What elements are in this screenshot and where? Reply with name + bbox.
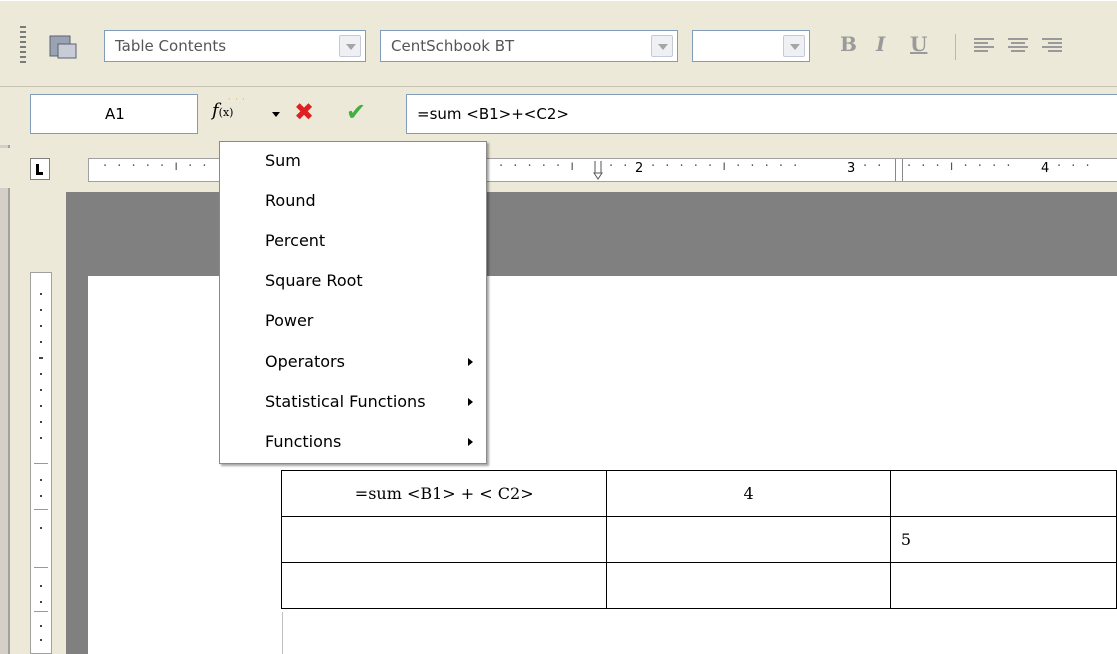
- ruler-mark: 2: [635, 161, 644, 176]
- menu-item-statistical-functions[interactable]: Statistical Functions: [265, 390, 426, 414]
- paragraph-style-combo[interactable]: Table Contents: [104, 30, 366, 62]
- formula-dropdown-arrow-icon[interactable]: [272, 112, 280, 117]
- table-cell[interactable]: [280, 516, 608, 563]
- submenu-arrow-icon: [468, 438, 473, 446]
- toolbar-grip-handle[interactable]: [20, 26, 26, 64]
- menu-item-sum[interactable]: Sum: [265, 149, 301, 173]
- font-name-value: CentSchbook BT: [391, 37, 515, 55]
- cell-reference-value: A1: [105, 105, 125, 123]
- font-name-combo[interactable]: CentSchbook BT: [380, 30, 678, 62]
- align-center-icon[interactable]: [1008, 38, 1028, 54]
- align-left-icon[interactable]: [974, 38, 994, 54]
- chevron-down-icon[interactable]: [783, 35, 805, 57]
- table-row: 5: [280, 516, 1117, 563]
- cancel-icon[interactable]: ✖: [294, 100, 314, 124]
- ruler-mark: 4: [1041, 161, 1050, 176]
- table-row: =sum <B1> + < C2> 4: [280, 470, 1117, 517]
- formula-text: =sum <B1>+<C2>: [417, 105, 569, 123]
- table-cell[interactable]: [889, 470, 1117, 517]
- menu-item-round[interactable]: Round: [265, 189, 316, 213]
- table-cell[interactable]: =sum <B1> + < C2>: [280, 470, 608, 517]
- styles-and-formatting-button[interactable]: [44, 30, 84, 64]
- chevron-down-icon[interactable]: [339, 35, 361, 57]
- paragraph-style-value: Table Contents: [115, 37, 227, 55]
- apply-check-icon[interactable]: ✔: [346, 100, 366, 124]
- cell-reference-box[interactable]: A1: [30, 94, 198, 134]
- menu-item-operators[interactable]: Operators: [265, 350, 345, 374]
- column-separator-marker[interactable]: [895, 159, 903, 181]
- table-cell[interactable]: 4: [606, 470, 891, 517]
- underline-button[interactable]: U: [910, 32, 927, 56]
- font-size-combo[interactable]: [692, 30, 810, 62]
- text-boundary-line: [282, 612, 283, 654]
- table-cell[interactable]: [280, 562, 608, 609]
- formula-input[interactable]: =sum <B1>+<C2>: [406, 94, 1117, 134]
- bold-button[interactable]: B: [840, 32, 857, 56]
- submenu-arrow-icon: [468, 358, 473, 366]
- menu-item-power[interactable]: Power: [265, 309, 313, 333]
- document-table[interactable]: =sum <B1> + < C2> 4 5: [280, 470, 1117, 609]
- formula-icon[interactable]: f(x): [212, 100, 233, 121]
- chevron-down-icon[interactable]: [651, 35, 673, 57]
- table-cell[interactable]: 5: [889, 516, 1117, 563]
- tab-stop-type-button[interactable]: [30, 158, 50, 180]
- table-cell[interactable]: [606, 516, 891, 563]
- ruler-mark: 3: [847, 161, 856, 176]
- align-right-icon[interactable]: [1042, 38, 1062, 54]
- styles-icon: [49, 35, 77, 59]
- table-row: [280, 562, 1117, 609]
- italic-button[interactable]: I: [876, 32, 885, 56]
- toolbar-separator: [955, 34, 956, 60]
- submenu-arrow-icon: [468, 398, 473, 406]
- menu-item-percent[interactable]: Percent: [265, 229, 325, 253]
- menu-item-square-root[interactable]: Square Root: [265, 269, 363, 293]
- table-cell[interactable]: [889, 562, 1117, 609]
- formula-menu: Sum Round Percent Square Root Power Oper…: [219, 141, 487, 464]
- table-cell[interactable]: [606, 562, 891, 609]
- menu-item-functions[interactable]: Functions: [265, 430, 341, 454]
- vertical-ruler[interactable]: [30, 272, 52, 654]
- indent-marker-icon[interactable]: [593, 159, 603, 181]
